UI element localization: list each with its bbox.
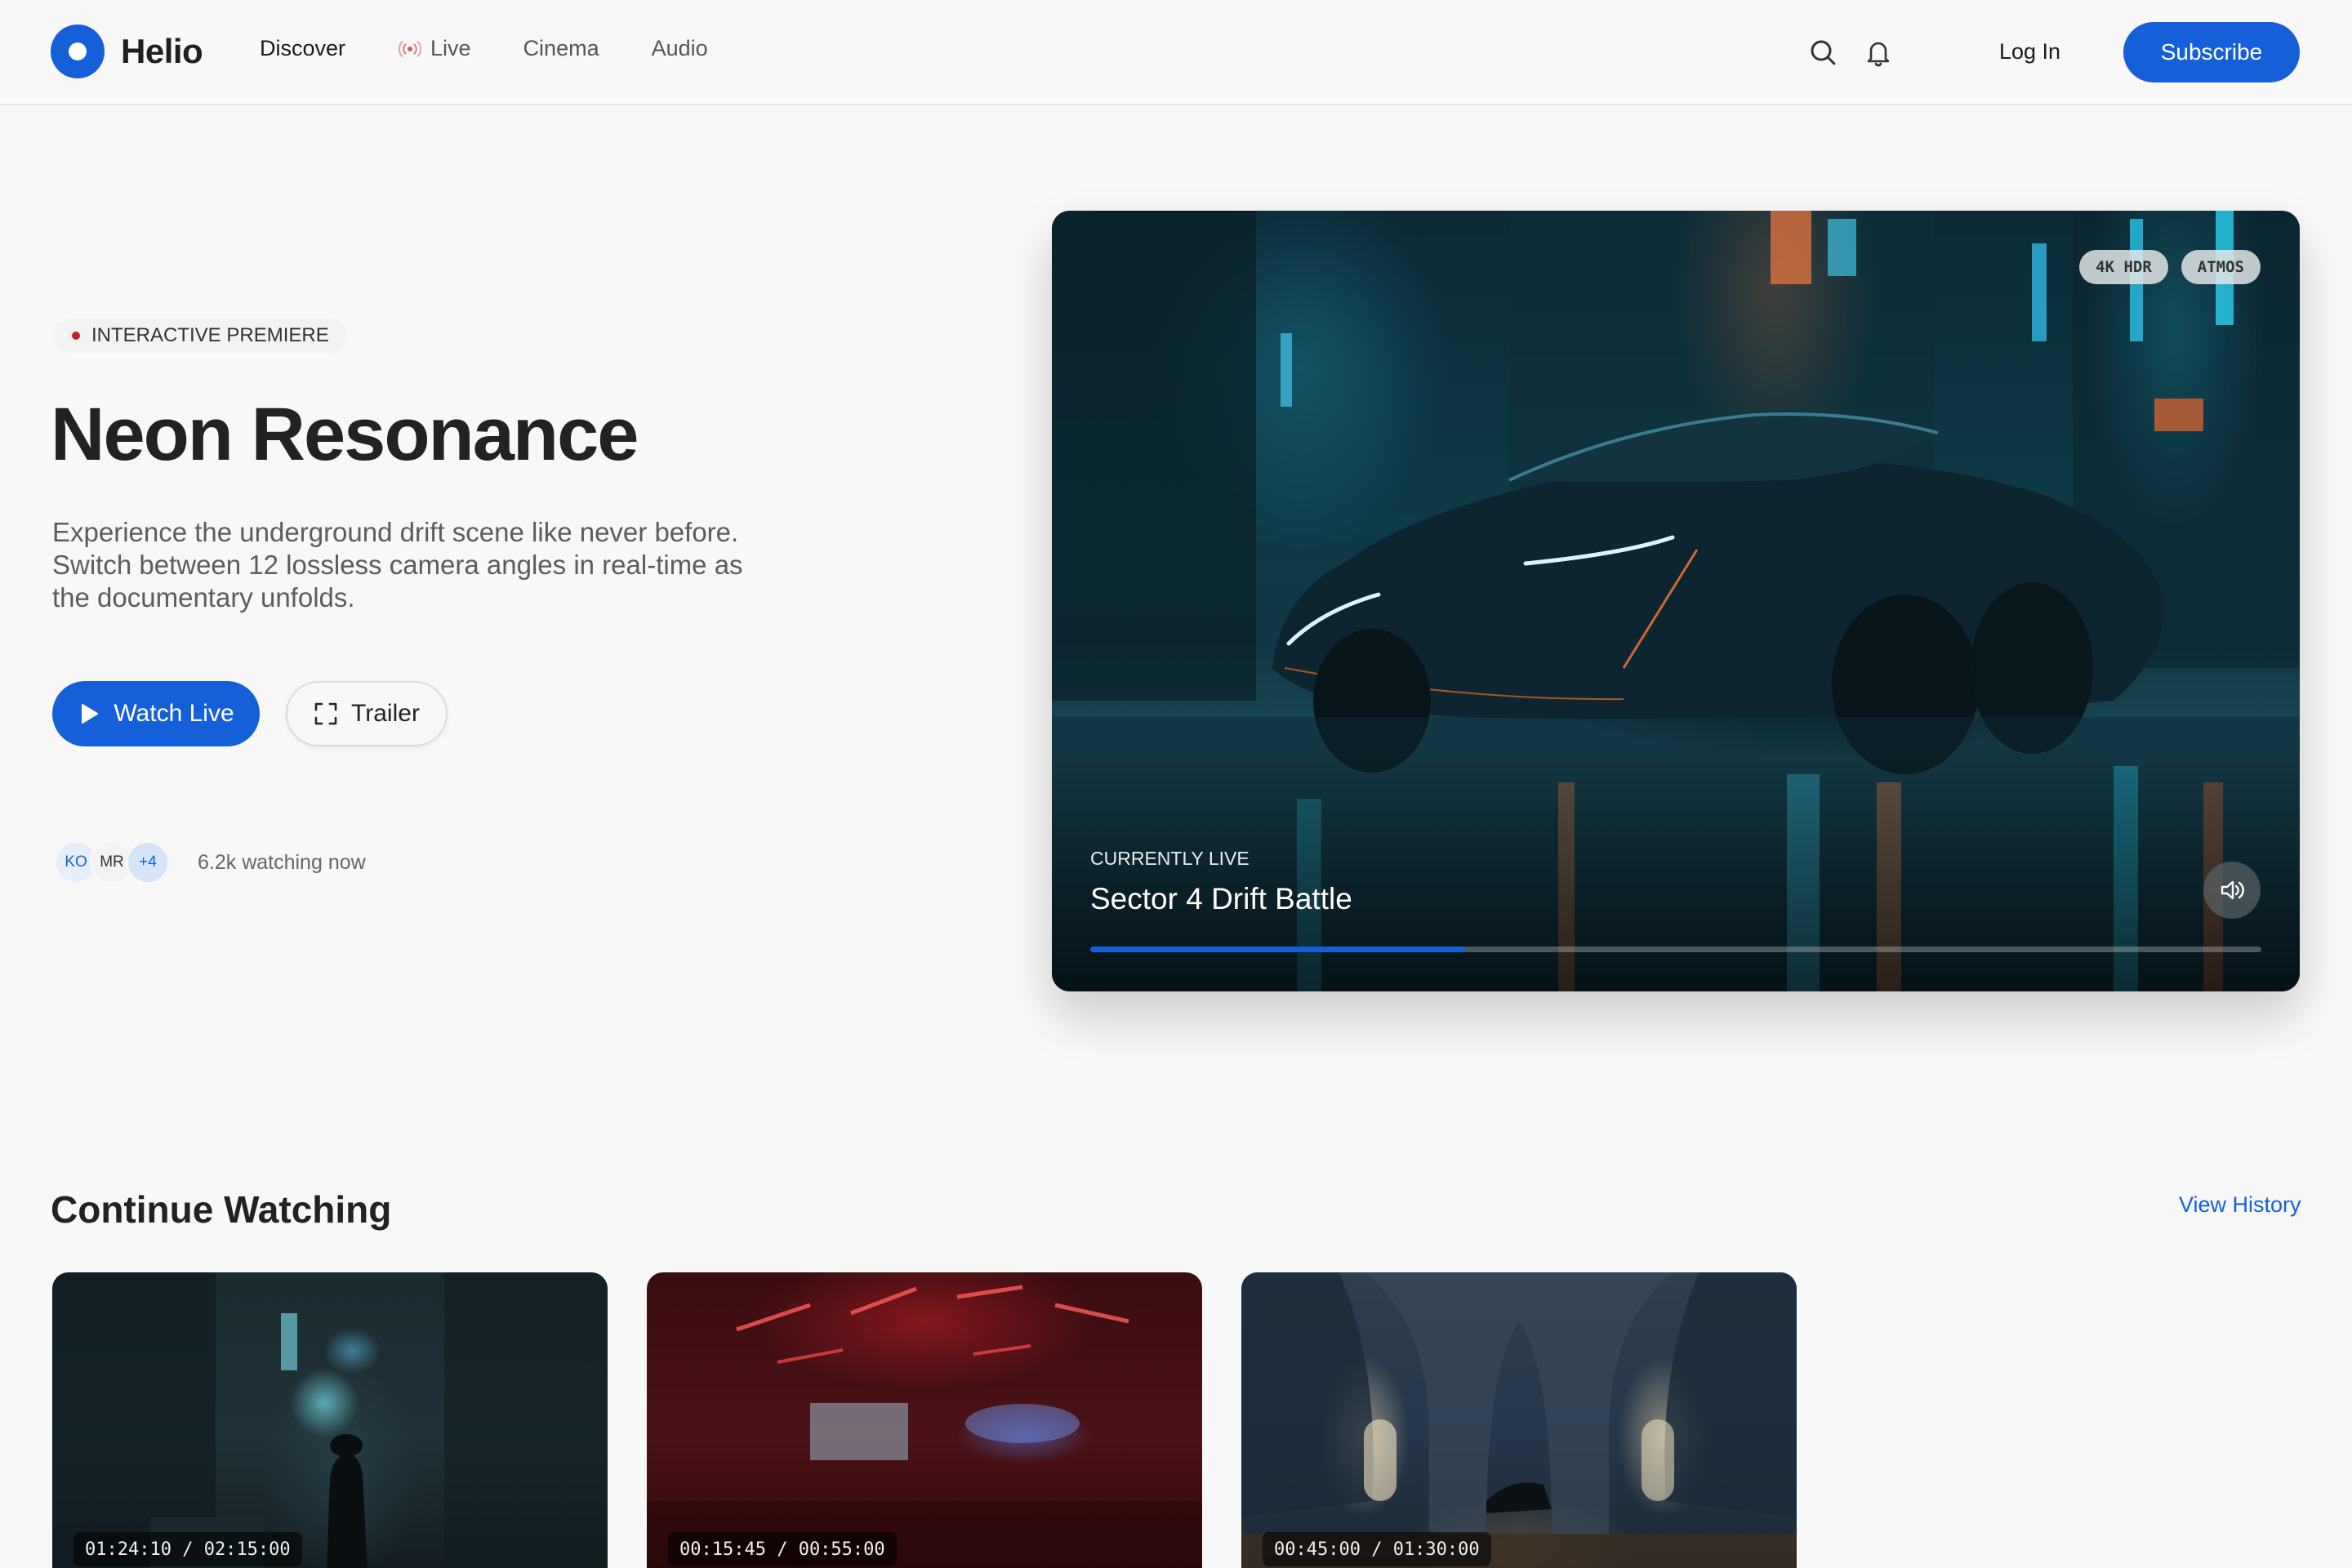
section-title: Continue Watching <box>51 1188 392 1231</box>
nav-item-live[interactable]: Live <box>398 36 471 61</box>
trailer-label: Trailer <box>351 700 420 727</box>
watch-live-label: Watch Live <box>114 700 234 727</box>
quality-tags: 4K HDR ATMOS <box>2079 250 2261 284</box>
speaker-icon <box>2221 880 2244 900</box>
timecode-badge: 00:45:00 / 01:30:00 <box>1263 1532 1491 1566</box>
nav-item-cinema[interactable]: Cinema <box>523 36 599 61</box>
audio-tag: ATMOS <box>2180 250 2261 284</box>
brand-name: Helio <box>121 32 203 70</box>
premiere-badge: INTERACTIVE PREMIERE <box>52 318 347 353</box>
nav-item-label: Cinema <box>523 36 599 60</box>
bell-icon[interactable] <box>1862 36 1895 69</box>
fullscreen-icon <box>314 702 337 725</box>
search-icon[interactable] <box>1806 36 1839 69</box>
continue-watching-card[interactable]: 00:15:45 / 00:55:00 <box>647 1272 1202 1568</box>
top-header: Helio Discover Live Cinema Audio Log In … <box>0 0 2352 105</box>
hero-title: Neon Resonance <box>51 393 639 476</box>
continue-watching-card[interactable]: 01:24:10 / 02:15:00 <box>52 1272 608 1568</box>
nav-item-label: Discover <box>260 36 346 60</box>
trailer-button[interactable]: Trailer <box>286 681 448 746</box>
avatar-overflow-count: +4 <box>126 840 170 884</box>
playback-progress[interactable] <box>1090 947 2261 952</box>
logo-icon <box>51 24 105 78</box>
broadcast-icon <box>398 40 422 57</box>
nav-item-discover[interactable]: Discover <box>260 36 345 61</box>
login-link[interactable]: Log In <box>1999 39 2060 65</box>
live-player[interactable]: 4K HDR ATMOS CURRENTLY LIVE Sector 4 Dri… <box>1052 211 2300 991</box>
hero-description: Experience the underground drift scene l… <box>52 517 743 612</box>
live-status-label: CURRENTLY LIVE <box>1090 848 1250 869</box>
main-nav: Discover Live Cinema Audio <box>260 36 760 61</box>
subscribe-button[interactable]: Subscribe <box>2123 22 2300 82</box>
nav-item-label: Live <box>430 36 471 60</box>
progress-fill <box>1090 947 1465 952</box>
quality-tag: 4K HDR <box>2079 250 2168 284</box>
continue-watching-card[interactable]: 00:45:00 / 01:30:00 <box>1241 1272 1797 1568</box>
timecode-badge: 01:24:10 / 02:15:00 <box>74 1532 302 1566</box>
view-history-link[interactable]: View History <box>2179 1192 2301 1218</box>
card-thumbnail <box>647 1285 1202 1568</box>
brand-logo[interactable]: Helio <box>51 24 203 78</box>
badge-label: INTERACTIVE PREMIERE <box>91 324 329 346</box>
watching-count: 6.2k watching now <box>198 850 366 874</box>
card-thumbnail <box>1241 1272 1797 1568</box>
player-thumbnail <box>1052 211 2300 991</box>
card-thumbnail <box>52 1272 608 1568</box>
live-event-title: Sector 4 Drift Battle <box>1090 882 1352 915</box>
viewer-avatars: KO MR +4 6.2k watching now <box>54 840 366 884</box>
watch-live-button[interactable]: Watch Live <box>52 681 260 746</box>
nav-item-label: Audio <box>651 36 708 60</box>
volume-button[interactable] <box>2203 862 2261 919</box>
live-dot-icon <box>72 332 80 340</box>
play-icon <box>82 704 99 724</box>
timecode-badge: 00:15:45 / 00:55:00 <box>668 1532 897 1566</box>
nav-item-audio[interactable]: Audio <box>652 36 708 61</box>
